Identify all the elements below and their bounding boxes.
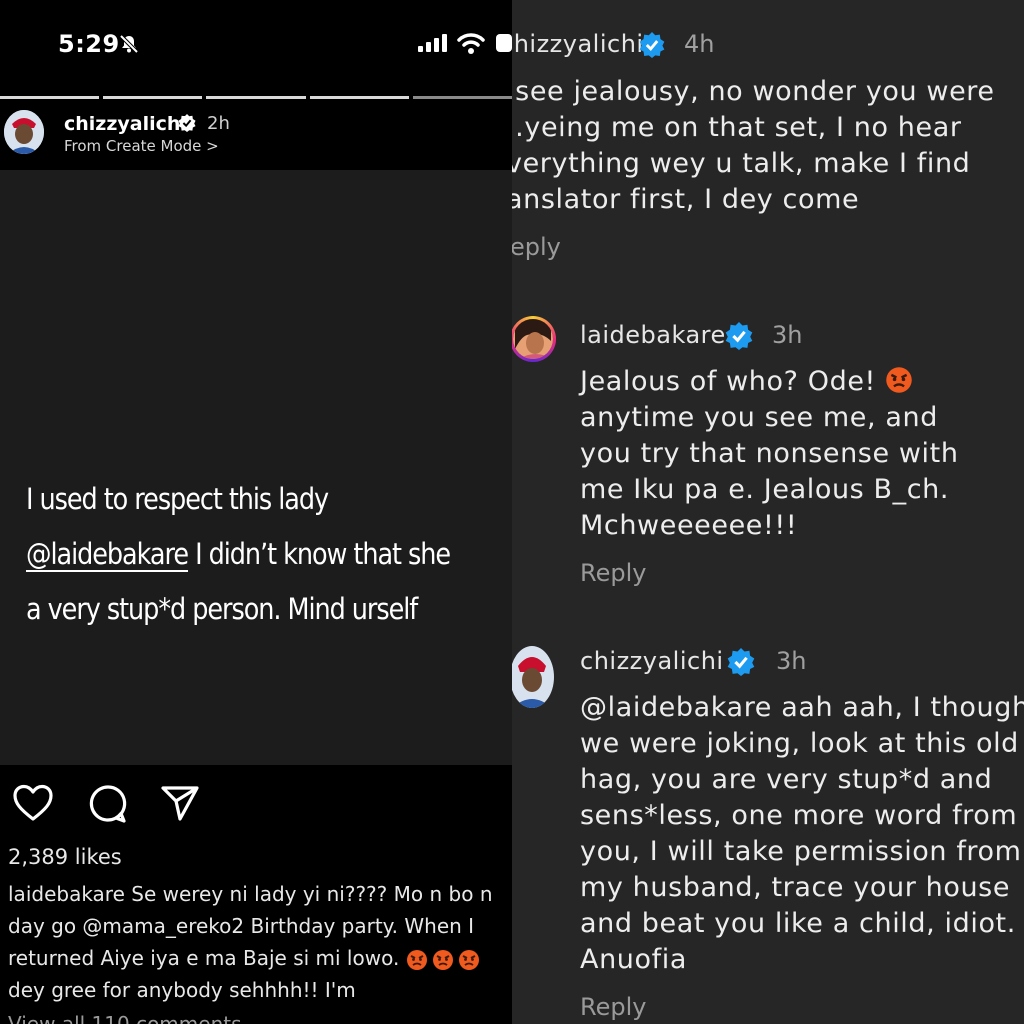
create-mode-link[interactable]: From Create Mode > xyxy=(64,137,219,155)
story-time: 2h xyxy=(207,113,230,134)
avatar[interactable] xyxy=(512,316,556,362)
story-panel: 5:29 chizzyalichi 2h From Create Mode > … xyxy=(0,0,512,1024)
story-text-line: a very stup*d person. Mind urself xyxy=(26,592,418,626)
wifi-icon xyxy=(457,33,485,54)
avatar[interactable] xyxy=(4,110,44,154)
comment-time: 3h xyxy=(772,321,803,349)
comment-text: .see jealousy, no wonder you were ..yein… xyxy=(512,76,995,215)
verified-icon xyxy=(725,322,753,350)
comment-text: @laidebakare aah aah, I thought we were … xyxy=(580,692,1024,975)
comments-panel: chizzyalichi 4h .see jealousy, no wonder… xyxy=(512,0,1024,1024)
comment-text: Jealous of who? Ode! anytime you see me,… xyxy=(580,366,959,541)
verified-icon xyxy=(639,32,665,58)
story-canvas[interactable] xyxy=(0,170,512,765)
caption-line: dey gree for anybody sehhhh!! I'm xyxy=(8,978,356,1002)
caption-line: laidebakare Se werey ni lady yi ni???? M… xyxy=(8,882,493,906)
heart-icon[interactable] xyxy=(12,784,54,822)
reply-button[interactable]: Reply xyxy=(580,559,646,587)
comment-icon[interactable] xyxy=(88,784,128,824)
angry-emoji-icon xyxy=(406,949,427,970)
reply-button[interactable]: Reply xyxy=(580,993,646,1021)
story-progress-bar xyxy=(0,96,512,99)
share-icon[interactable] xyxy=(160,784,200,822)
angry-emoji-icon xyxy=(432,949,453,970)
story-mention-link[interactable]: @laidebakare xyxy=(26,537,189,571)
comment-username[interactable]: laidebakare xyxy=(580,321,726,349)
verified-icon xyxy=(178,114,196,132)
story-username[interactable]: chizzyalichi xyxy=(64,113,187,135)
reply-button[interactable]: eply xyxy=(512,233,561,261)
avatar[interactable] xyxy=(512,646,554,708)
signal-icon xyxy=(418,34,447,52)
angry-emoji-icon xyxy=(886,367,912,393)
comment-time: 3h xyxy=(776,647,807,675)
comment-username[interactable]: chizzyalichi xyxy=(512,30,644,58)
story-text: I used to respect this lady @laidebakare… xyxy=(26,472,484,637)
caption-line: day go @mama_ereko2 Birthday party. When… xyxy=(8,914,475,938)
story-text-line: @laidebakare I didn’t know that she xyxy=(26,537,451,571)
story-text-line: I used to respect this lady xyxy=(26,482,329,516)
post-caption: laidebakare Se werey ni lady yi ni???? M… xyxy=(8,878,512,1006)
view-all-comments-link[interactable]: View all 110 comments xyxy=(8,1012,242,1024)
angry-emoji-icon xyxy=(458,949,479,970)
caption-line: returned Aiye iya e ma Baje si mi lowo. xyxy=(8,942,512,974)
status-time: 5:29 xyxy=(58,30,120,58)
battery-icon xyxy=(496,34,512,52)
likes-count[interactable]: 2,389 likes xyxy=(8,845,122,869)
bell-off-icon xyxy=(119,34,139,54)
comment-username[interactable]: chizzyalichi xyxy=(580,647,724,675)
comment-time: 4h xyxy=(684,30,715,58)
verified-icon xyxy=(727,648,755,676)
